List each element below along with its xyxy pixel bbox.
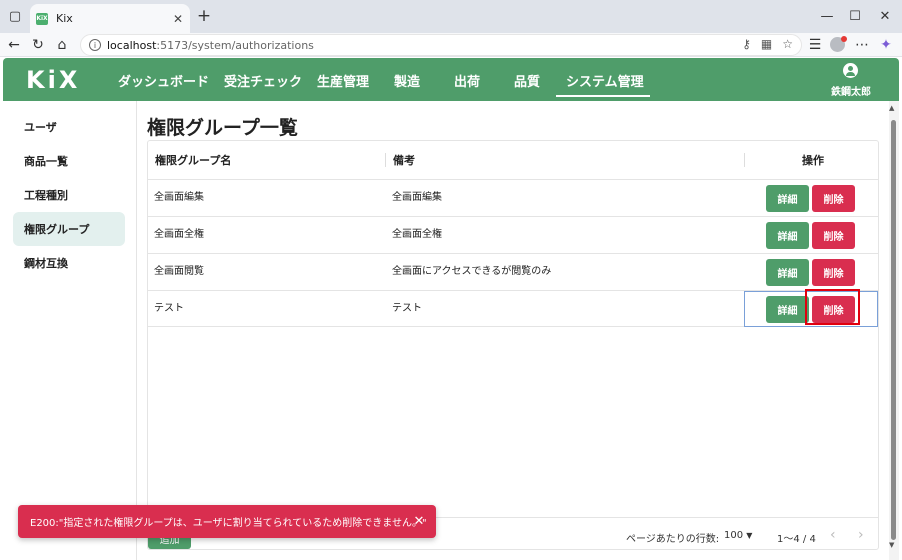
close-window-icon[interactable]: ✕ <box>870 4 900 28</box>
column-header-actions: 操作 <box>802 154 824 167</box>
minimize-icon[interactable]: — <box>812 4 842 28</box>
favicon-icon: KiX <box>36 12 48 25</box>
new-tab-icon[interactable]: + <box>194 6 214 26</box>
detail-button[interactable]: 詳細 <box>766 222 809 249</box>
rows-per-page-select[interactable]: 100 ▼ <box>724 530 752 541</box>
nav-active-indicator <box>556 95 650 97</box>
cell-note: テスト <box>392 303 422 314</box>
scroll-down-icon[interactable]: ▼ <box>889 541 894 549</box>
column-separator <box>385 153 386 167</box>
cell-note: 全画面編集 <box>392 192 442 203</box>
cell-note: 全画面にアクセスできるが閲覧のみ <box>392 266 552 277</box>
key-icon[interactable]: ⚷ <box>742 37 751 51</box>
user-name[interactable]: 鉄鋼太郎 <box>831 83 871 98</box>
sidebar-item-products[interactable]: 商品一覧 <box>13 144 125 178</box>
column-header-name[interactable]: 権限グループ名 <box>155 141 231 179</box>
browser-tabstrip: ▢ KiX Kix ✕ + — ☐ ✕ <box>0 0 902 33</box>
sidebar: ユーザ 商品一覧 工程種別 権限グループ 鋼材互換 <box>3 101 137 560</box>
next-page-icon[interactable]: › <box>858 527 864 543</box>
copilot-icon[interactable]: ✦ <box>876 35 896 55</box>
sidebar-item-users[interactable]: ユーザ <box>13 110 125 144</box>
tab-close-icon[interactable]: ✕ <box>170 11 186 27</box>
dropdown-arrow-icon: ▼ <box>746 531 753 540</box>
app-icon[interactable]: ▦ <box>761 37 772 51</box>
favorites-icon[interactable]: ☰ <box>805 35 825 55</box>
sidebar-item-steel-compat[interactable]: 鋼材互換 <box>13 246 125 280</box>
scrollbar-thumb[interactable] <box>891 120 896 540</box>
app-header: KiX ダッシュボード 受注チェック 生産管理 製造 出荷 品質 システム管理 … <box>3 58 899 101</box>
back-icon[interactable]: ← <box>4 35 24 55</box>
detail-button[interactable]: 詳細 <box>766 259 809 286</box>
url-host: localhost <box>107 38 157 52</box>
pagination-range: 1〜4 / 4 <box>777 534 816 545</box>
cell-note: 全画面全権 <box>392 229 442 240</box>
delete-button[interactable]: 削除 <box>812 185 855 212</box>
nav-system[interactable]: システム管理 <box>566 71 644 90</box>
home-icon[interactable]: ⌂ <box>52 35 72 55</box>
rows-per-page-label: ページあたりの行数: <box>626 534 720 545</box>
scroll-up-icon[interactable]: ▲ <box>889 104 894 112</box>
maximize-icon[interactable]: ☐ <box>840 4 870 28</box>
table-row[interactable]: 全画面編集 全画面編集 詳細 削除 <box>148 179 878 216</box>
toast-close-icon[interactable]: ✕ <box>412 514 426 529</box>
cell-group-name: 全画面閲覧 <box>154 266 204 277</box>
favorite-star-icon[interactable]: ☆ <box>782 37 793 51</box>
detail-button[interactable]: 詳細 <box>766 185 809 212</box>
cell-group-name: テスト <box>154 303 184 314</box>
cell-group-name: 全画面全権 <box>154 229 204 240</box>
profile-avatar[interactable] <box>830 36 847 52</box>
user-icon[interactable] <box>843 63 858 78</box>
nav-manufacturing[interactable]: 製造 <box>394 71 420 90</box>
rows-per-page-value: 100 <box>724 530 744 541</box>
site-info-icon[interactable]: i <box>89 39 101 51</box>
delete-button[interactable]: 削除 <box>812 259 855 286</box>
app-logo[interactable]: KiX <box>26 66 80 94</box>
browser-tab[interactable]: KiX Kix ✕ <box>30 4 190 33</box>
reload-icon[interactable]: ↻ <box>28 35 48 55</box>
page-title: 権限グループ一覧 <box>147 117 298 139</box>
prev-page-icon[interactable]: ‹ <box>830 527 836 543</box>
nav-quality[interactable]: 品質 <box>514 71 540 90</box>
sidebar-item-auth-groups[interactable]: 権限グループ <box>13 212 125 246</box>
cell-group-name: 全画面編集 <box>154 192 204 203</box>
nav-dashboard[interactable]: ダッシュボード <box>118 71 209 90</box>
detail-button[interactable]: 詳細 <box>766 296 809 323</box>
nav-production[interactable]: 生産管理 <box>317 71 369 90</box>
address-bar[interactable]: i localhost:5173/system/authorizations ⚷… <box>80 34 802 56</box>
toast-message: E200:"指定された権限グループは、ユーザに割り当てられているため削除できませ… <box>30 518 427 529</box>
auth-group-table: 権限グループ名 備考 操作 全画面編集 全画面編集 詳細 削除 全画面全権 全画… <box>147 140 879 550</box>
sidebar-item-process-types[interactable]: 工程種別 <box>13 178 125 212</box>
nav-order-check[interactable]: 受注チェック <box>224 71 302 90</box>
url-path: :5173/system/authorizations <box>156 38 314 52</box>
nav-shipping[interactable]: 出荷 <box>454 71 480 90</box>
column-separator <box>744 153 745 167</box>
delete-highlight-box <box>805 289 860 325</box>
error-toast: E200:"指定された権限グループは、ユーザに割り当てられているため削除できませ… <box>18 505 436 538</box>
tab-title: Kix <box>56 12 73 25</box>
browser-toolbar: ← ↻ ⌂ i localhost:5173/system/authorizat… <box>0 33 902 57</box>
table-row[interactable]: 全画面全権 全画面全権 詳細 削除 <box>148 216 878 253</box>
more-menu-icon[interactable]: ⋯ <box>852 35 872 55</box>
delete-button[interactable]: 削除 <box>812 222 855 249</box>
column-header-note[interactable]: 備考 <box>393 141 415 179</box>
tab-actions-icon[interactable]: ▢ <box>4 5 26 27</box>
table-row[interactable]: 全画面閲覧 全画面にアクセスできるが閲覧のみ 詳細 削除 <box>148 253 878 290</box>
table-row[interactable]: テスト テスト 詳細 削除 <box>148 290 878 327</box>
